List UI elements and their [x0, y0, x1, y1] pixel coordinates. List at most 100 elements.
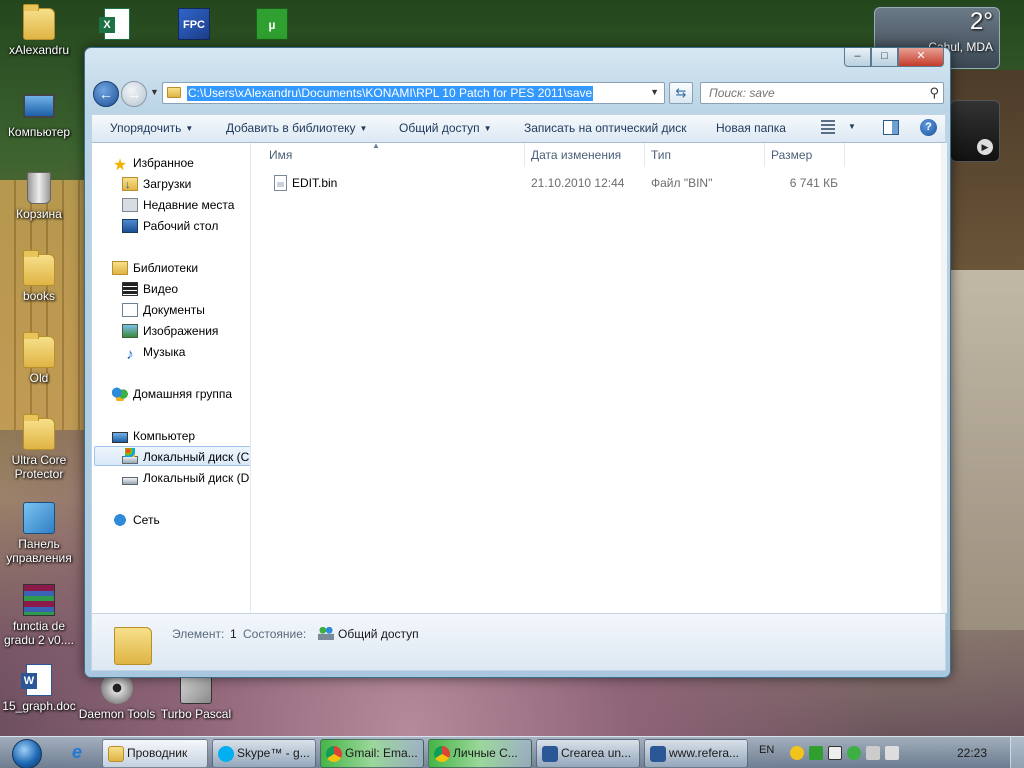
- preview-pane-icon[interactable]: [883, 120, 899, 135]
- winrar-icon: [23, 584, 55, 616]
- share-button[interactable]: Общий доступ ▼: [399, 121, 492, 135]
- network-tray-icon[interactable]: [866, 746, 880, 760]
- column-header-type[interactable]: Тип: [645, 143, 765, 167]
- nav-video[interactable]: Видео: [122, 279, 178, 299]
- desktop-icon-control-panel[interactable]: Панель управления: [0, 502, 78, 565]
- volume-icon[interactable]: [885, 746, 899, 760]
- show-desktop-button[interactable]: [1010, 737, 1024, 768]
- media-gadget[interactable]: ▶: [950, 100, 1000, 162]
- address-history-dropdown[interactable]: ▼: [650, 87, 659, 97]
- maximize-button[interactable]: □: [871, 48, 898, 67]
- nav-label: Видео: [143, 282, 179, 296]
- add-to-library-button[interactable]: Добавить в библиотеку ▼: [226, 121, 367, 135]
- computer-icon: [112, 432, 128, 443]
- taskbar-item-skype[interactable]: Skype™ - g...: [212, 739, 316, 768]
- folder-icon: [23, 332, 55, 368]
- language-indicator[interactable]: EN: [759, 744, 774, 756]
- desktop-icon-utorrent[interactable]: µ: [233, 8, 311, 43]
- taskbar-item-referat[interactable]: www.refera...: [644, 739, 748, 768]
- column-header-size[interactable]: Размер: [765, 143, 845, 167]
- nav-computer[interactable]: Компьютер: [112, 426, 195, 446]
- search-icon[interactable]: ⚲: [929, 85, 939, 101]
- vertical-scrollbar[interactable]: [941, 143, 947, 613]
- column-header-label: Тип: [651, 148, 672, 162]
- taskbar-item-personal[interactable]: Личные С...: [428, 739, 532, 768]
- desktop-icon-daemon-tools[interactable]: Daemon Tools: [78, 672, 156, 721]
- nav-local-disk-d[interactable]: Локальный диск (D: [122, 468, 249, 488]
- nav-homegroup[interactable]: Домашняя группа: [112, 384, 232, 404]
- taskbar-item-gmail[interactable]: Gmail: Ema...: [320, 739, 424, 768]
- address-bar[interactable]: C:\Users\xAlexandru\Documents\KONAMI\RPL…: [162, 82, 665, 104]
- nav-label: Недавние места: [143, 198, 235, 212]
- minimize-button[interactable]: –: [844, 48, 871, 67]
- burn-button[interactable]: Записать на оптический диск: [524, 121, 687, 135]
- desktop-icon-label: Old: [29, 371, 49, 385]
- desktop-icon-ultra-core-protector[interactable]: Ultra Core Protector: [0, 414, 78, 481]
- images-icon: [122, 324, 138, 338]
- recycle-bin-icon: [27, 172, 51, 204]
- file-name: EDIT.bin: [292, 176, 338, 190]
- downloads-icon: [122, 175, 138, 195]
- forward-button[interactable]: →: [121, 81, 147, 107]
- organize-button[interactable]: Упорядочить ▼: [110, 121, 193, 135]
- new-folder-button[interactable]: Новая папка: [716, 121, 786, 135]
- column-header-name[interactable]: Имя ▲: [252, 141, 525, 167]
- nav-downloads[interactable]: Загрузки: [122, 174, 192, 195]
- tray-app-icon[interactable]: [790, 746, 804, 760]
- search-input[interactable]: [701, 83, 916, 103]
- sort-up-icon: ▲: [372, 141, 380, 150]
- desktop-icon-fpc[interactable]: FPC: [155, 8, 233, 43]
- desktop-icon-label: Daemon Tools: [78, 707, 156, 721]
- start-button[interactable]: [6, 739, 48, 768]
- view-options-dropdown[interactable]: ▼: [848, 122, 856, 131]
- computer-icon: [23, 94, 55, 118]
- desktop-icon-xalexandru[interactable]: xAlexandru: [0, 4, 78, 57]
- desktop-icon-15-graph-doc[interactable]: 15_graph.doc: [0, 664, 78, 713]
- nav-favorites[interactable]: ★ Избранное: [112, 153, 194, 174]
- desktop-icon-excel[interactable]: [78, 8, 156, 43]
- taskbar-clock[interactable]: 22:23: [957, 746, 987, 760]
- desktop-icon-books[interactable]: books: [0, 250, 78, 303]
- change-view-icon[interactable]: [821, 120, 835, 134]
- nav-documents[interactable]: Документы: [122, 300, 205, 320]
- refresh-button[interactable]: ⇆: [669, 82, 693, 104]
- search-box[interactable]: ⚲: [700, 82, 944, 104]
- utorrent-tray-icon[interactable]: [809, 746, 823, 760]
- explorer-icon: [108, 746, 124, 762]
- nav-label: Загрузки: [143, 177, 192, 191]
- desktop-icon-computer[interactable]: Компьютер: [0, 90, 78, 139]
- play-icon[interactable]: ▶: [977, 139, 993, 155]
- help-icon[interactable]: ?: [920, 119, 937, 136]
- desktop-icon-old[interactable]: Old: [0, 332, 78, 385]
- column-header-date[interactable]: Дата изменения: [525, 143, 645, 167]
- nav-local-disk-c[interactable]: Локальный диск (C: [94, 446, 250, 466]
- back-button[interactable]: ←: [93, 81, 119, 107]
- close-button[interactable]: ✕: [898, 48, 944, 67]
- recent-pages-dropdown[interactable]: ▼: [150, 87, 159, 97]
- items-label: Элемент:: [172, 627, 225, 641]
- nav-recent-places[interactable]: Недавние места: [122, 195, 234, 215]
- desktop-icon-functia-de-gradu[interactable]: functia de gradu 2 v0....: [0, 584, 78, 647]
- taskbar-item-label: Проводник: [127, 746, 188, 760]
- nav-libraries[interactable]: Библиотеки: [112, 258, 198, 278]
- address-path[interactable]: C:\Users\xAlexandru\Documents\KONAMI\RPL…: [187, 86, 594, 101]
- desktop-icon-turbo-pascal[interactable]: Turbo Pascal: [157, 672, 235, 721]
- state-label: Состояние:: [243, 627, 307, 641]
- desktop-icon-label: books: [22, 289, 56, 303]
- action-center-flag-icon[interactable]: [828, 746, 842, 760]
- recent-places-icon: [122, 198, 138, 212]
- nav-music[interactable]: ♪ Музыка: [122, 342, 185, 362]
- tray-status-icon[interactable]: [847, 746, 861, 760]
- taskbar-item-explorer[interactable]: Проводник: [102, 739, 208, 768]
- word-icon: [650, 746, 666, 762]
- nav-label: Компьютер: [133, 429, 196, 443]
- burn-label: Записать на оптический диск: [524, 121, 687, 135]
- nav-images[interactable]: Изображения: [122, 321, 218, 341]
- desktop-icon-recycle-bin[interactable]: Корзина: [0, 172, 78, 221]
- user-folder-icon: [23, 4, 55, 40]
- nav-network[interactable]: Сеть: [112, 510, 160, 530]
- internet-explorer-icon[interactable]: e: [72, 743, 90, 761]
- file-row[interactable]: EDIT.bin 21.10.2010 12:44 Файл "BIN" 6 7…: [252, 172, 932, 194]
- taskbar-item-crearea[interactable]: Crearea un...: [536, 739, 640, 768]
- nav-desktop[interactable]: Рабочий стол: [122, 216, 218, 236]
